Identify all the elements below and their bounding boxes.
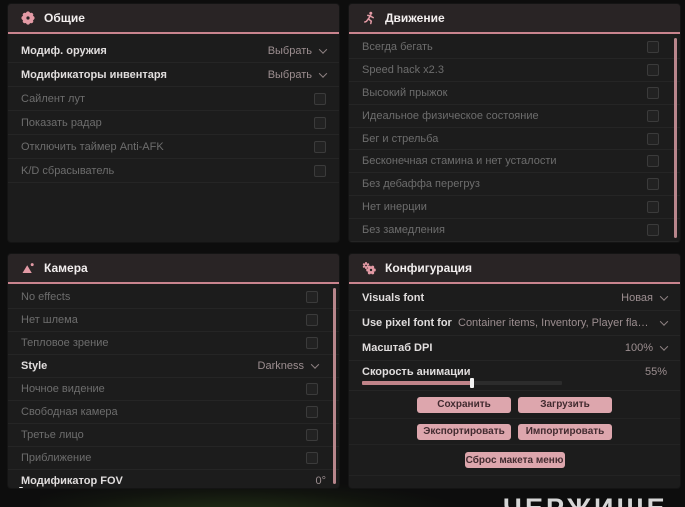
chevron-down-icon — [659, 342, 669, 351]
checkbox[interactable] — [647, 63, 659, 76]
chevron-down-icon — [659, 317, 669, 326]
panel-title: Камера — [44, 261, 88, 275]
checkbox[interactable] — [647, 132, 659, 145]
setting-label: K/D сбрасыватель — [21, 164, 115, 177]
scrollbar[interactable] — [333, 288, 336, 484]
slider-fill — [362, 381, 472, 385]
row-no-effects[interactable]: No effects — [8, 286, 339, 309]
row-pixel-font[interactable]: Use pixel font for Container items, Inve… — [349, 311, 680, 336]
setting-label: Показать радар — [21, 116, 102, 129]
checkbox[interactable] — [647, 86, 659, 99]
checkbox[interactable] — [306, 383, 318, 395]
save-button[interactable]: Сохранить — [417, 396, 511, 413]
reset-layout-button[interactable]: Сброс макета меню — [464, 452, 565, 468]
setting-label: Сайлент лут — [21, 92, 85, 105]
row-night-vision[interactable]: Ночное видение — [8, 378, 339, 401]
panel-movement: Движение Всегда бегать Speed hack x2.3 В… — [349, 4, 680, 242]
row-animation-speed[interactable]: Скорость анимации 55% — [349, 361, 680, 391]
fov-value: 0° — [315, 475, 326, 487]
panel-movement-header: Движение — [349, 4, 680, 34]
row-always-run[interactable]: Всегда бегать — [349, 36, 680, 59]
setting-label: Модиф. оружия — [21, 44, 107, 57]
checkbox[interactable] — [306, 406, 318, 418]
checkbox[interactable] — [314, 92, 326, 105]
panel-camera: Камера No effects Нет шлема Тепловое зре… — [8, 254, 339, 488]
animation-speed-slider[interactable] — [362, 378, 562, 388]
row-zoom[interactable]: Приближение — [8, 447, 339, 470]
import-button[interactable]: Импортировать — [518, 423, 612, 440]
row-kd-reset[interactable]: K/D сбрасыватель — [8, 159, 339, 183]
row-no-slowdown[interactable]: Без замедления — [349, 219, 680, 242]
image-mountain-icon — [21, 261, 35, 275]
row-run-and-shoot[interactable]: Бег и стрельба — [349, 128, 680, 151]
checkbox[interactable] — [306, 314, 318, 326]
setting-label: Отключить таймер Anti-AFK — [21, 140, 164, 153]
checkbox[interactable] — [647, 155, 659, 168]
row-fov-modifier[interactable]: Модификатор FOV 0° — [8, 470, 339, 488]
row-inventory-mods[interactable]: Модификаторы инвентаря Выбрать — [8, 63, 339, 87]
checkbox[interactable] — [314, 140, 326, 153]
panel-config-header: Конфигурация — [349, 254, 680, 284]
load-button[interactable]: Загрузить — [518, 396, 612, 413]
runner-icon — [362, 11, 376, 25]
row-dpi-scale[interactable]: Масштаб DPI 100% — [349, 336, 680, 361]
chevron-down-icon — [318, 68, 328, 78]
row-show-radar[interactable]: Показать радар — [8, 111, 339, 135]
panel-title: Общие — [44, 11, 85, 25]
row-speed-hack[interactable]: Speed hack x2.3 — [349, 59, 680, 82]
chevron-down-icon — [659, 292, 669, 301]
pixel-font-dropdown[interactable]: Container items, Inventory, Player flags… — [458, 317, 669, 329]
config-buttons: Сохранить Загрузить Экспортировать Импор… — [349, 391, 680, 476]
chevron-down-icon — [310, 360, 320, 369]
scrollbar[interactable] — [674, 38, 677, 238]
row-no-inertia[interactable]: Нет инерции — [349, 196, 680, 220]
row-no-overload-debuff[interactable]: Без дебаффа перегруз — [349, 173, 680, 197]
animation-speed-value: 55% — [644, 366, 667, 378]
export-button[interactable]: Экспортировать — [417, 423, 511, 440]
row-infinite-stamina[interactable]: Бесконечная стамина и нет усталости — [349, 150, 680, 174]
checkbox[interactable] — [306, 429, 318, 441]
checkbox[interactable] — [647, 40, 659, 53]
checkbox[interactable] — [314, 116, 326, 129]
checkbox[interactable] — [647, 178, 659, 191]
row-no-helmet[interactable]: Нет шлема — [8, 309, 339, 332]
checkbox[interactable] — [306, 291, 318, 303]
row-free-camera[interactable]: Свободная камера — [8, 401, 339, 424]
inventory-mods-dropdown[interactable]: Выбрать — [268, 68, 328, 81]
chevron-down-icon — [318, 44, 328, 54]
checkbox[interactable] — [647, 224, 659, 237]
row-third-person[interactable]: Третье лицо — [8, 424, 339, 447]
row-silent-loot[interactable]: Сайлент лут — [8, 87, 339, 111]
checkbox[interactable] — [306, 337, 318, 349]
panel-config: Конфигурация Visuals font Новая Use pixe… — [349, 254, 680, 488]
style-dropdown[interactable]: Darkness — [258, 360, 320, 372]
dpi-scale-dropdown[interactable]: 100% — [625, 342, 669, 354]
setting-label: Модификаторы инвентаря — [21, 68, 167, 81]
row-style[interactable]: Style Darkness — [8, 355, 339, 378]
checkbox[interactable] — [647, 109, 659, 122]
checkbox[interactable] — [314, 164, 326, 177]
panel-camera-header: Камера — [8, 254, 339, 284]
row-thermal-vision[interactable]: Тепловое зрение — [8, 332, 339, 355]
flower-gear-icon — [21, 11, 35, 25]
panel-title: Конфигурация — [385, 261, 473, 275]
row-visuals-font[interactable]: Visuals font Новая — [349, 286, 680, 311]
checkbox[interactable] — [647, 201, 659, 214]
watermark-text: ЧЕРЖИШЕ — [503, 493, 668, 507]
slider-handle[interactable] — [19, 487, 23, 488]
slider-handle[interactable] — [470, 378, 474, 388]
row-disable-antiafk[interactable]: Отключить таймер Anti-AFK — [8, 135, 339, 159]
checkbox[interactable] — [306, 452, 318, 464]
row-high-jump[interactable]: Высокий прыжок — [349, 82, 680, 105]
visuals-font-dropdown[interactable]: Новая — [621, 292, 669, 304]
row-perfect-condition[interactable]: Идеальное физическое состояние — [349, 105, 680, 128]
panel-title: Движение — [385, 11, 445, 25]
row-weapon-mod[interactable]: Модиф. оружия Выбрать — [8, 39, 339, 63]
panel-general: Общие Модиф. оружия Выбрать Модификаторы… — [8, 4, 339, 242]
gears-icon — [362, 261, 376, 275]
panel-general-header: Общие — [8, 4, 339, 34]
weapon-mod-dropdown[interactable]: Выбрать — [268, 44, 328, 57]
